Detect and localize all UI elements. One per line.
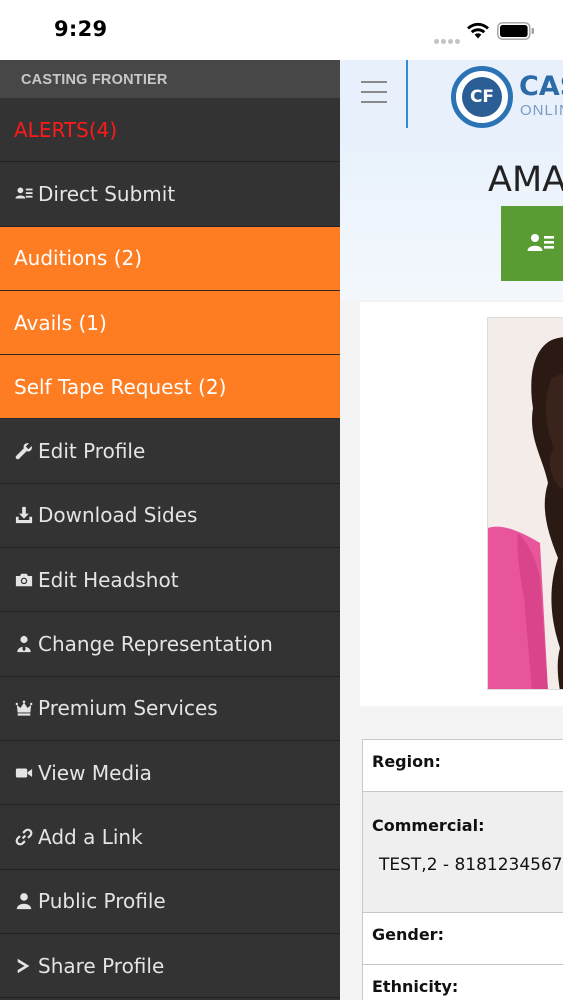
menu-item-avails[interactable]: Avails (1) bbox=[0, 290, 340, 356]
menu-item-add-a-link[interactable]: Add a Link bbox=[0, 805, 340, 870]
menu-item-edit-profile[interactable]: Edit Profile bbox=[0, 419, 340, 484]
gender-row: Gender: bbox=[363, 913, 563, 965]
ethnicity-label: Ethnicity: bbox=[372, 977, 459, 996]
menu-item-direct-submit[interactable]: Direct Submit bbox=[0, 162, 340, 227]
header-divider bbox=[406, 60, 408, 128]
menu-item-label: Change Representation bbox=[38, 632, 273, 657]
menu-item-label: Download Sides bbox=[38, 503, 198, 528]
commercial-row: Commercial: TEST,2 - 8181234567 bbox=[363, 792, 563, 913]
menu-item-label: Premium Services bbox=[38, 696, 218, 721]
menu-item-label: Edit Profile bbox=[38, 439, 146, 464]
users-icon bbox=[14, 184, 34, 204]
menu-item-label: ALERTS(4) bbox=[14, 117, 118, 142]
menu-item-view-media[interactable]: View Media bbox=[0, 741, 340, 806]
headshot-image bbox=[488, 318, 563, 689]
link-icon bbox=[14, 827, 34, 847]
menu-item-label: View Media bbox=[38, 760, 152, 785]
logo-mark: CF bbox=[451, 66, 513, 128]
menu-item-label: Self Tape Request (2) bbox=[14, 374, 227, 399]
menu-item-share-profile[interactable]: Share Profile bbox=[0, 934, 340, 999]
menu-item-alerts[interactable]: ALERTS(4) bbox=[0, 98, 340, 163]
hamburger-menu-icon[interactable] bbox=[361, 81, 387, 105]
menu-item-label: Edit Headshot bbox=[38, 567, 179, 592]
wifi-icon bbox=[467, 22, 489, 39]
side-menu: CASTING FRONTIER ALERTS(4) Direct Submit… bbox=[0, 60, 340, 1000]
status-bar: 9:29 bbox=[0, 0, 563, 60]
menu-item-label: Avails (1) bbox=[14, 310, 107, 335]
headshot-photo[interactable] bbox=[487, 317, 563, 690]
menu-item-label: Direct Submit bbox=[38, 181, 176, 206]
app-header: CF CAS ONLIN bbox=[340, 60, 563, 140]
menu-item-premium-services[interactable]: Premium Services bbox=[0, 677, 340, 741]
crown-icon bbox=[14, 698, 34, 718]
profile-info-table: Region: Commercial: TEST,2 - 8181234567 … bbox=[362, 739, 563, 1000]
gender-label: Gender: bbox=[372, 925, 444, 944]
main-content: CF CAS ONLIN AMA bbox=[340, 60, 563, 1000]
user-tie-icon bbox=[14, 634, 34, 654]
battery-icon bbox=[497, 22, 534, 40]
menu-item-label: Public Profile bbox=[38, 889, 166, 914]
menu-item-download-sides[interactable]: Download Sides bbox=[0, 484, 340, 549]
user-icon bbox=[14, 891, 34, 911]
menu-item-self-tape-request[interactable]: Self Tape Request (2) bbox=[0, 355, 340, 420]
menu-item-auditions[interactable]: Auditions (2) bbox=[0, 226, 340, 291]
share-icon bbox=[14, 956, 34, 976]
commercial-label: Commercial: bbox=[372, 816, 485, 835]
profile-hero: AMA bbox=[340, 140, 563, 300]
users-icon bbox=[527, 234, 554, 251]
menu-item-label: Share Profile bbox=[38, 953, 165, 978]
menu-item-public-profile[interactable]: Public Profile bbox=[0, 870, 340, 934]
logo-initials: CF bbox=[462, 77, 502, 117]
app-screen: 9:29 CASTING FRONTIER ALERTS(4) Direct S… bbox=[0, 0, 563, 1000]
headshot-card bbox=[360, 302, 563, 706]
camera-icon bbox=[14, 570, 34, 590]
direct-submit-button[interactable] bbox=[501, 206, 563, 281]
menu-item-edit-headshot[interactable]: Edit Headshot bbox=[0, 548, 340, 613]
logo-text: CAS bbox=[519, 71, 563, 102]
menu-header: CASTING FRONTIER bbox=[0, 60, 340, 98]
menu-item-label: Auditions (2) bbox=[14, 246, 143, 271]
ethnicity-row: Ethnicity: bbox=[363, 965, 563, 1000]
region-row: Region: bbox=[363, 740, 563, 792]
logo-subtext: ONLIN bbox=[520, 102, 563, 119]
profile-name: AMA bbox=[488, 160, 563, 200]
download-icon bbox=[14, 505, 34, 525]
region-label: Region: bbox=[372, 752, 441, 771]
menu-item-label: Add a Link bbox=[38, 824, 143, 849]
wrench-icon bbox=[14, 441, 34, 461]
video-icon bbox=[14, 763, 34, 783]
menu-item-change-representation[interactable]: Change Representation bbox=[0, 612, 340, 677]
signal-dots-icon bbox=[434, 31, 462, 49]
commercial-value: TEST,2 - 8181234567 bbox=[379, 855, 563, 875]
status-time: 9:29 bbox=[54, 17, 108, 41]
